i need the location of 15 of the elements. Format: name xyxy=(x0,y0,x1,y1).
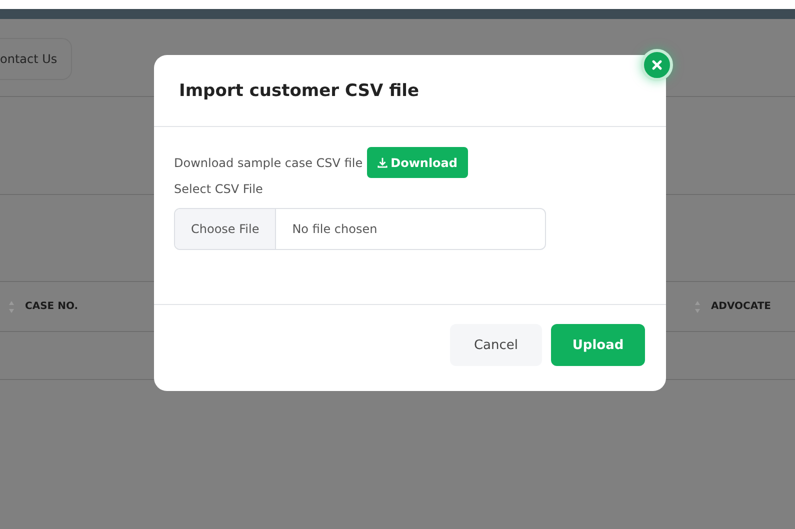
field-label: Select CSV File xyxy=(174,182,264,196)
sort-icon[interactable] xyxy=(8,300,15,314)
close-button[interactable] xyxy=(641,49,673,81)
close-icon xyxy=(652,60,662,70)
column-header: CASE NO. xyxy=(25,301,78,312)
file-input[interactable]: Choose File No file chosen xyxy=(174,208,546,250)
cancel-button[interactable]: Cancel xyxy=(450,324,542,366)
column-header: ADVOCATE xyxy=(710,301,771,312)
sample-text: Download sample case CSV file xyxy=(174,156,363,170)
choose-file-button[interactable]: Choose File xyxy=(175,209,276,249)
file-status: No file chosen xyxy=(291,221,378,238)
dialog-title: Import customer CSV file xyxy=(179,80,420,100)
download-icon xyxy=(376,157,388,168)
sort-icon[interactable] xyxy=(694,300,701,314)
contact-button[interactable]: ontact Us xyxy=(0,38,72,80)
